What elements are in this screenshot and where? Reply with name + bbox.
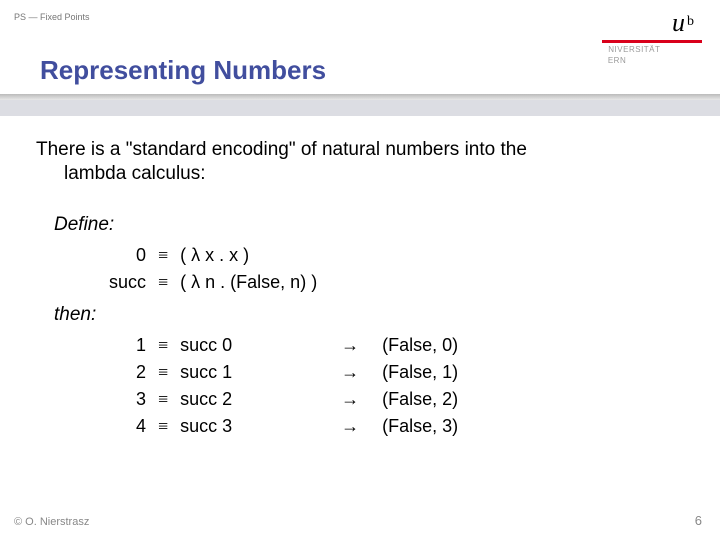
equiv-icon: ≡ <box>152 332 174 359</box>
row-mid: succ 2 <box>174 386 324 413</box>
row-mid: succ 3 <box>174 413 324 440</box>
row-lhs: 4 <box>98 413 152 440</box>
row-mid: succ 0 <box>174 332 324 359</box>
arrow-icon: → <box>324 359 376 386</box>
def-rhs: ( λ n . (False, n) ) <box>174 269 324 296</box>
row-result: (False, 1) <box>376 359 464 386</box>
logo-text-1: UNIVERSITÄT <box>602 45 702 54</box>
row-mid: succ 1 <box>174 359 324 386</box>
def-rhs: ( λ x . x ) <box>174 242 324 269</box>
equiv-icon: ≡ <box>152 242 174 269</box>
footer-copyright: © O. Nierstrasz <box>14 516 89 528</box>
logo-u: u <box>672 8 685 37</box>
arrow-icon: → <box>324 386 376 413</box>
row-lhs: 3 <box>98 386 152 413</box>
page-title: Representing Numbers <box>40 55 326 86</box>
logo-text-2: BERN <box>602 56 702 65</box>
equiv-icon: ≡ <box>152 386 174 413</box>
table-row: 0 ≡ ( λ x . x ) <box>98 242 388 269</box>
university-logo: ub UNIVERSITÄT BERN <box>602 8 702 65</box>
course-label: PS — Fixed Points <box>14 12 90 22</box>
intro-line2: lambda calculus: <box>36 163 206 184</box>
define-label: Define: <box>54 214 684 236</box>
row-result: (False, 2) <box>376 386 464 413</box>
row-result: (False, 0) <box>376 332 464 359</box>
arrow-icon: → <box>324 413 376 440</box>
row-result: (False, 3) <box>376 413 464 440</box>
title-band: Representing Numbers <box>0 46 608 94</box>
equiv-icon: ≡ <box>152 359 174 386</box>
then-label: then: <box>54 304 684 326</box>
equiv-icon: ≡ <box>152 413 174 440</box>
table-row: 4 ≡ succ 3 → (False, 3) <box>98 413 464 440</box>
logo-red-bar <box>602 40 702 43</box>
def-lhs: succ <box>98 269 152 296</box>
table-row: 2 ≡ succ 1 → (False, 1) <box>98 359 464 386</box>
table-row: 3 ≡ succ 2 → (False, 2) <box>98 386 464 413</box>
def-lhs: 0 <box>98 242 152 269</box>
row-lhs: 1 <box>98 332 152 359</box>
table-row: 1 ≡ succ 0 → (False, 0) <box>98 332 464 359</box>
table-row: succ ≡ ( λ n . (False, n) ) <box>98 269 388 296</box>
definitions-table: 0 ≡ ( λ x . x ) succ ≡ ( λ n . (False, n… <box>98 242 388 296</box>
row-lhs: 2 <box>98 359 152 386</box>
logo-letters: ub <box>602 8 702 38</box>
content-area: There is a "standard encoding" of natura… <box>36 138 684 440</box>
page-number: 6 <box>695 513 702 528</box>
equiv-icon: ≡ <box>152 269 174 296</box>
results-table: 1 ≡ succ 0 → (False, 0) 2 ≡ succ 1 → (Fa… <box>98 332 464 440</box>
logo-b: b <box>687 14 694 29</box>
arrow-icon: → <box>324 332 376 359</box>
gray-strip <box>0 100 720 116</box>
intro-text: There is a "standard encoding" of natura… <box>36 138 684 186</box>
intro-line1: There is a "standard encoding" of natura… <box>36 139 527 160</box>
